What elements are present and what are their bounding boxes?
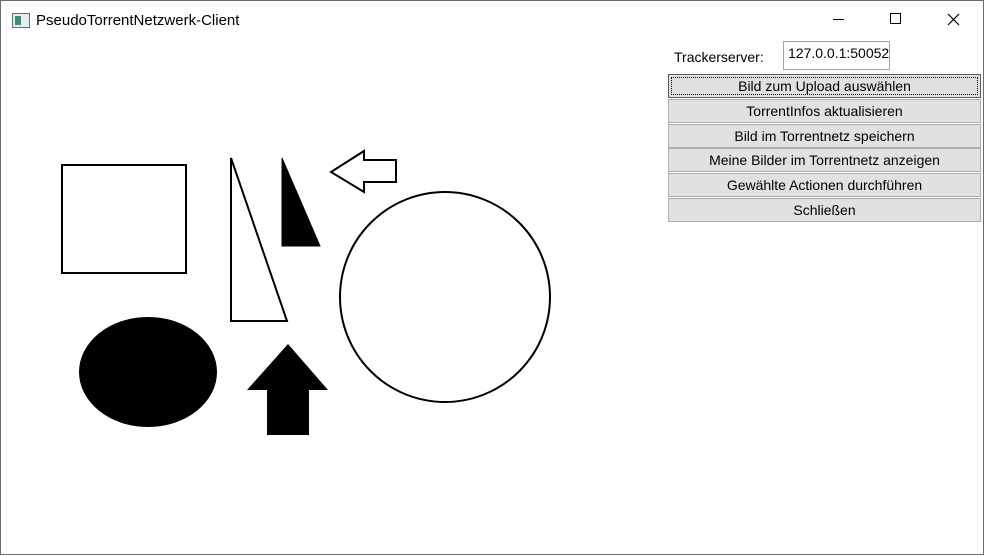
- close-window-button[interactable]: [925, 1, 983, 39]
- tracker-server-label: Trackerserver:: [674, 49, 764, 65]
- close-icon: [947, 13, 960, 26]
- close-button[interactable]: Schließen: [668, 198, 981, 222]
- minimize-button[interactable]: [809, 1, 867, 39]
- title-bar[interactable]: PseudoTorrentNetzwerk-Client: [1, 1, 983, 39]
- tracker-server-input[interactable]: 127.0.0.1:50052: [783, 41, 890, 70]
- show-my-images-button[interactable]: Meine Bilder im Torrentnetz anzeigen: [668, 148, 981, 172]
- app-window-icon: [12, 13, 30, 28]
- save-image-button[interactable]: Bild im Torrentnetz speichern: [668, 124, 981, 148]
- maximize-button[interactable]: [867, 1, 925, 39]
- minimize-icon: [833, 19, 844, 20]
- refresh-torrent-info-button[interactable]: TorrentInfos aktualisieren: [668, 99, 981, 123]
- execute-actions-button[interactable]: Gewählte Actionen durchführen: [668, 173, 981, 197]
- maximize-icon: [890, 13, 901, 24]
- select-upload-image-button[interactable]: Bild zum Upload auswählen: [668, 74, 981, 98]
- window-title: PseudoTorrentNetzwerk-Client: [36, 12, 240, 29]
